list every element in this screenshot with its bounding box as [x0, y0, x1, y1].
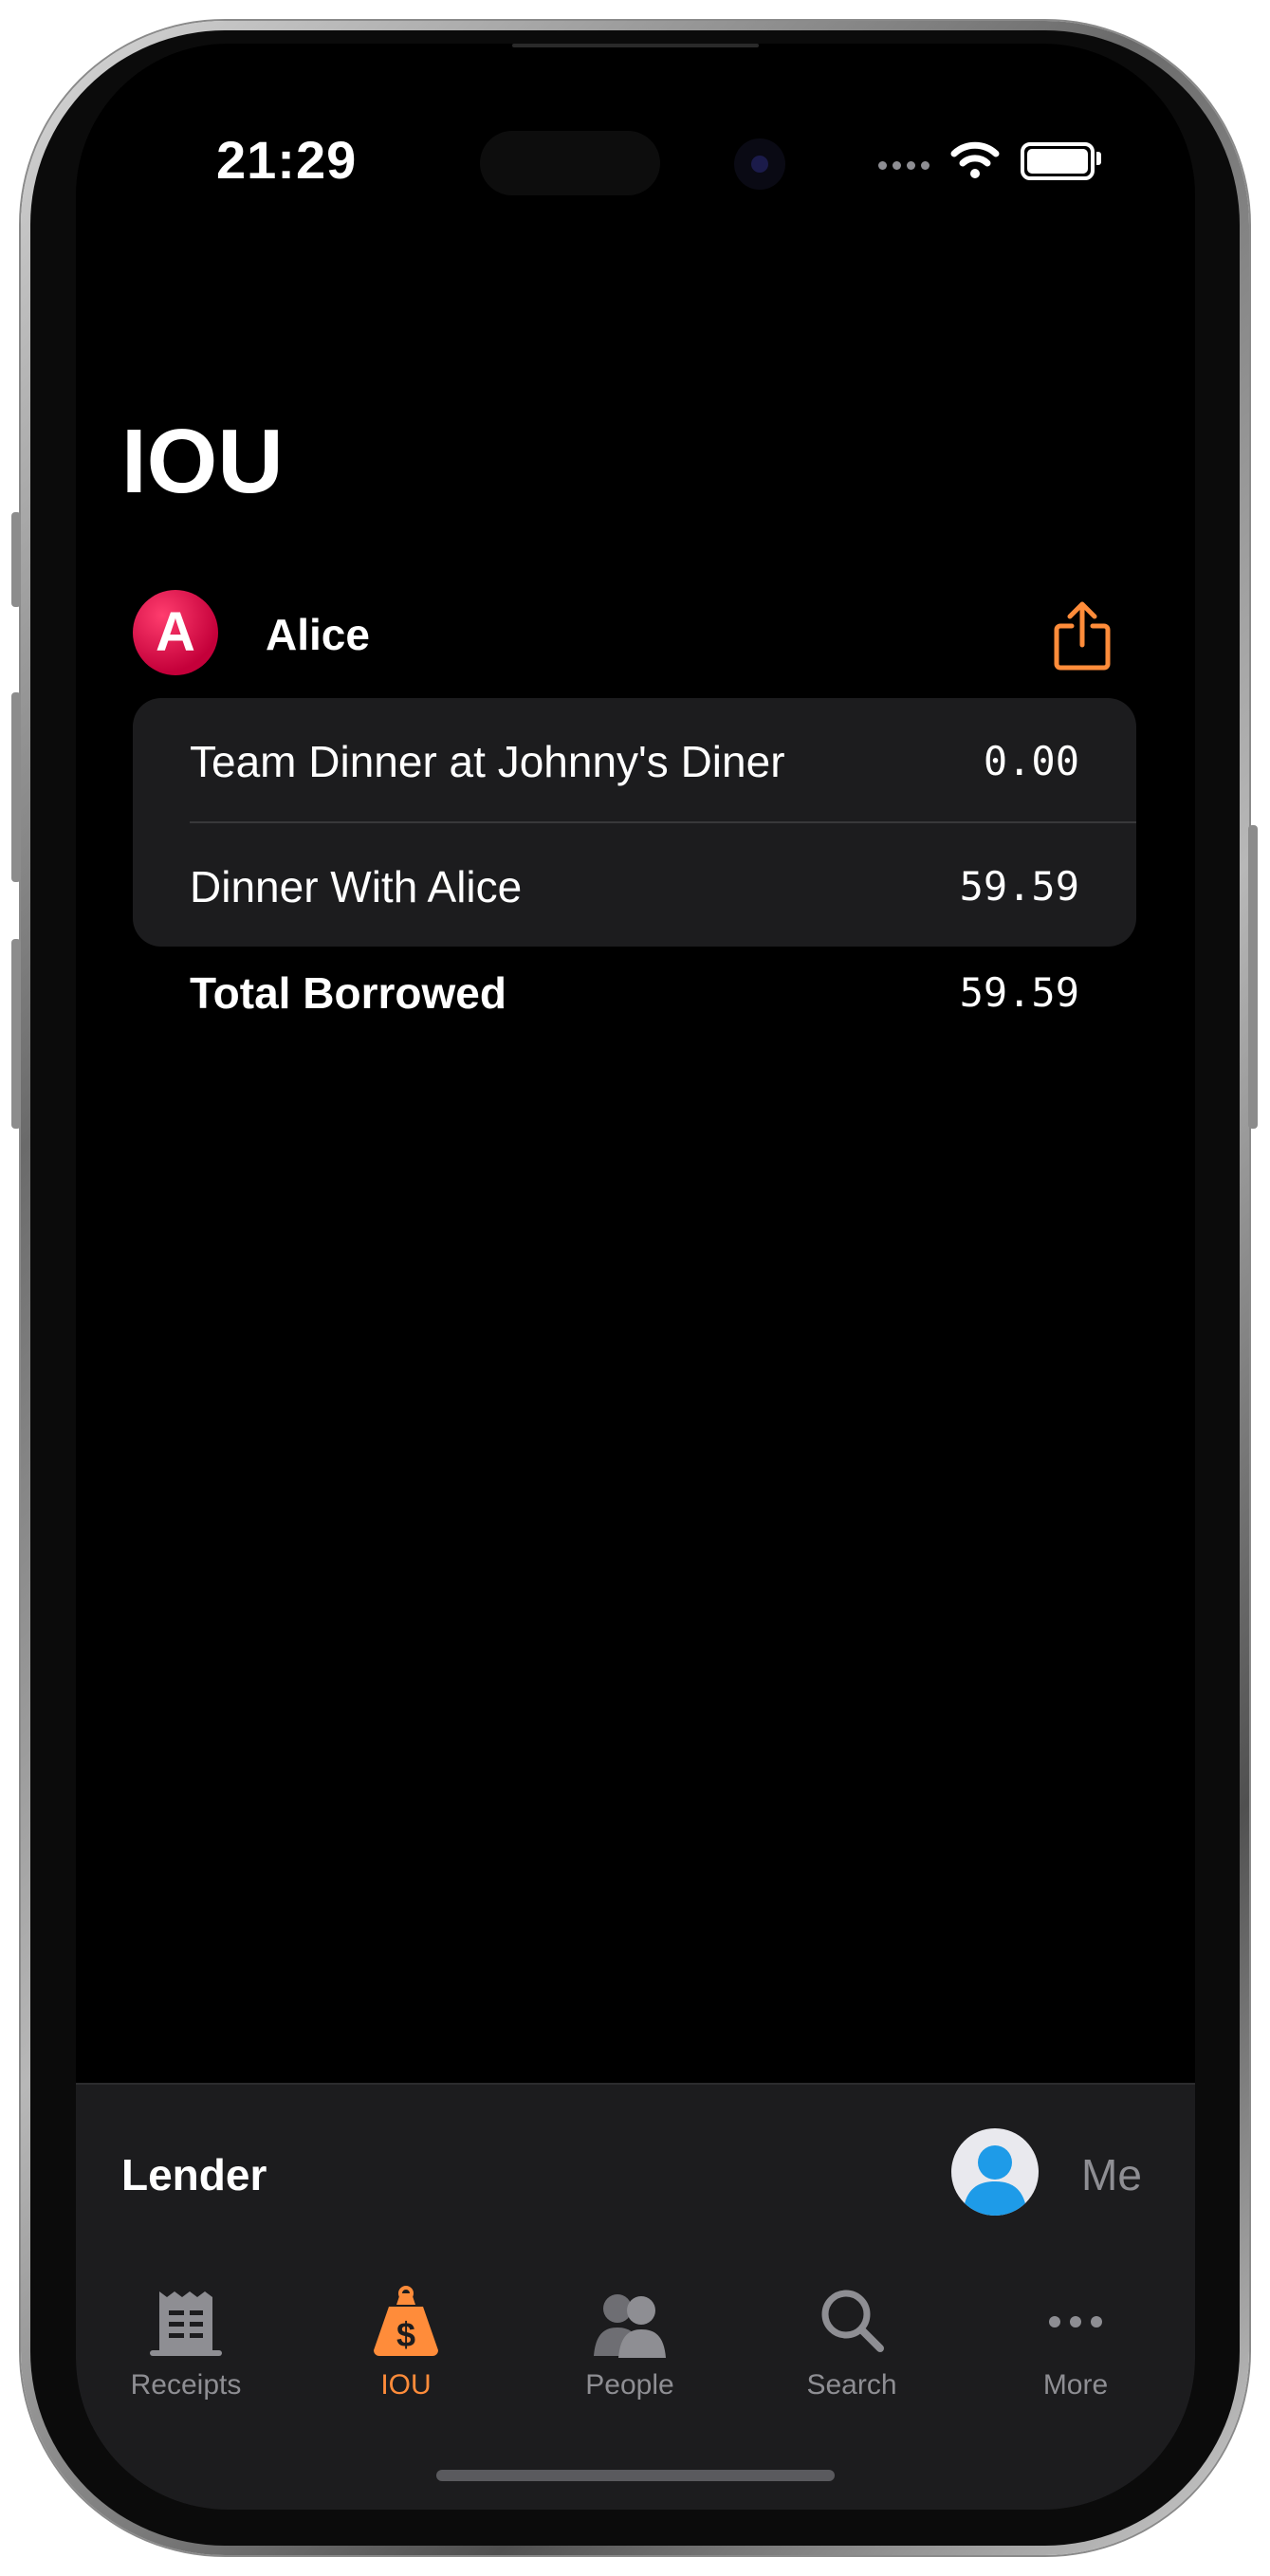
ellipsis-icon: [1049, 2316, 1102, 2328]
tab-bar: Receipts $ IOU People Search More: [76, 2274, 1195, 2407]
page-title: IOU: [121, 411, 284, 512]
speaker-grille: [512, 44, 759, 47]
person-avatar: A: [133, 590, 218, 675]
bottom-panel: Lender Me Receipts $ IOU People Search M…: [76, 2083, 1195, 2510]
tab-label: People: [585, 2369, 674, 2401]
item-amount: 59.59: [959, 863, 1079, 910]
app-screen: 21:29 IOU A Alice Team Dinner at Johnny'…: [76, 44, 1195, 2510]
list-item[interactable]: Dinner With Alice 59.59: [190, 823, 1079, 947]
total-label: Total Borrowed: [190, 968, 506, 1018]
wifi-icon: [950, 141, 1000, 178]
receipt-icon: [150, 2291, 222, 2356]
power-button: [1248, 825, 1258, 1129]
tab-more[interactable]: More: [981, 2274, 1170, 2407]
volume-down-button: [11, 939, 21, 1129]
battery-tip: [1096, 152, 1101, 165]
me-avatar[interactable]: [951, 2128, 1039, 2216]
tab-label: IOU: [380, 2369, 432, 2401]
list-item[interactable]: Team Dinner at Johnny's Diner 0.00: [190, 698, 1079, 821]
tab-label: Search: [806, 2369, 897, 2401]
item-amount: 0.00: [983, 738, 1079, 784]
money-bag-icon: $: [374, 2286, 438, 2356]
share-icon[interactable]: [1051, 599, 1114, 672]
person-header: A Alice: [133, 590, 1111, 677]
battery-icon: [1021, 142, 1095, 180]
item-label: Dinner With Alice: [190, 862, 523, 911]
volume-up-button: [11, 692, 21, 882]
person-name: Alice: [266, 610, 370, 659]
tab-search[interactable]: Search: [757, 2274, 947, 2407]
total-row: Total Borrowed 59.59: [190, 964, 1079, 1030]
item-label: Team Dinner at Johnny's Diner: [190, 737, 785, 786]
tab-people[interactable]: People: [535, 2274, 725, 2407]
search-icon: [821, 2290, 884, 2352]
tab-iou[interactable]: $ IOU: [311, 2274, 501, 2407]
dynamic-island: [480, 131, 660, 195]
home-indicator[interactable]: [436, 2470, 835, 2481]
total-amount: 59.59: [959, 969, 1079, 1016]
cellular-signal-icon: [878, 161, 929, 170]
status-time: 21:29: [216, 130, 358, 190]
iou-items-card: Team Dinner at Johnny's Diner 0.00 Dinne…: [133, 698, 1136, 947]
svg-text:$: $: [396, 2315, 415, 2354]
action-button: [11, 512, 21, 607]
tab-label: More: [1042, 2369, 1109, 2401]
tab-receipts[interactable]: Receipts: [91, 2274, 281, 2407]
role-label: Lender: [121, 2150, 267, 2199]
people-icon: [594, 2294, 666, 2358]
tab-label: Receipts: [130, 2369, 242, 2401]
person-icon: [963, 2145, 1027, 2216]
camera-icon: [734, 138, 785, 190]
me-label[interactable]: Me: [1081, 2149, 1142, 2200]
